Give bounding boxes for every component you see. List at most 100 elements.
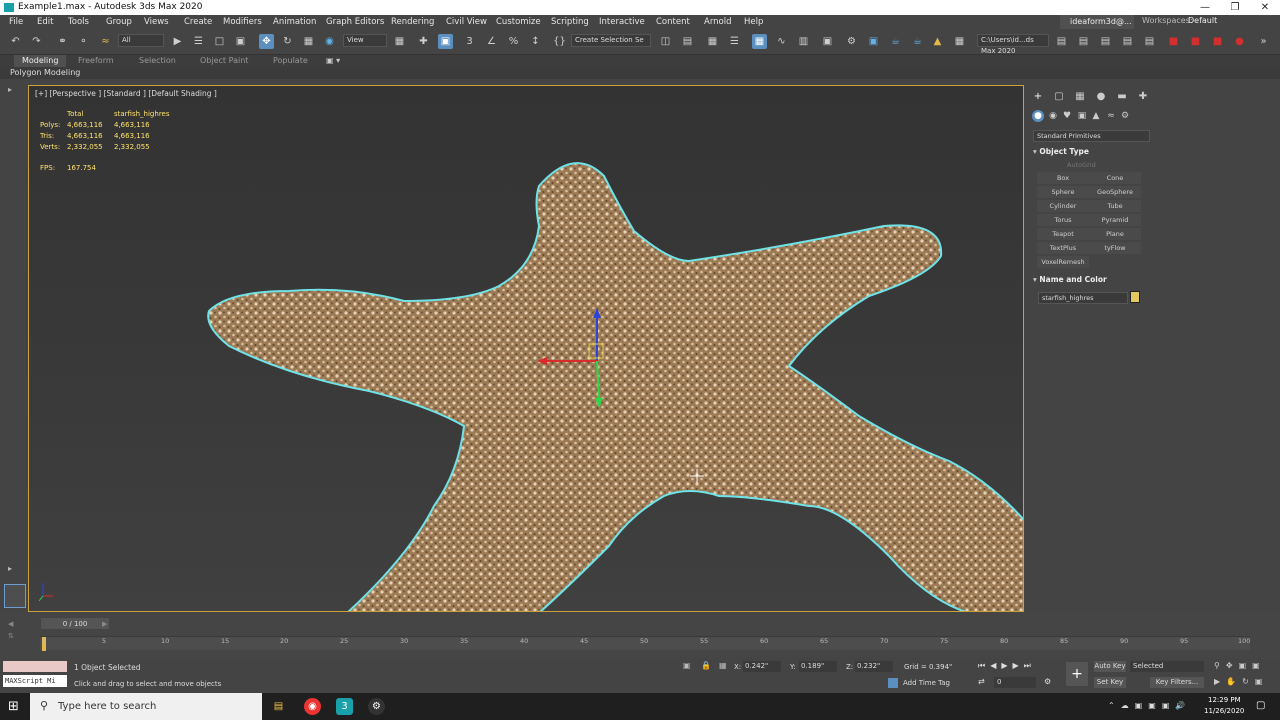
render-iterative-icon[interactable]: ☕	[910, 34, 925, 49]
ribbon-options-icon[interactable]: ▣ ▾	[326, 55, 340, 67]
selection-lock-icon[interactable]: 🔒	[701, 661, 711, 670]
manipulate-icon[interactable]: ✚	[416, 34, 431, 49]
shapes-icon[interactable]: ◉	[1047, 110, 1059, 122]
menu-tools[interactable]: Tools	[68, 16, 89, 29]
named-selection-set-dropdown[interactable]: Create Selection Se	[571, 34, 651, 47]
select-object-icon[interactable]: ▶	[170, 34, 185, 49]
file-explorer-icon[interactable]: ▤	[270, 698, 287, 715]
isolate-selection-icon[interactable]: ▣	[683, 661, 691, 670]
rendered-frame-window-icon[interactable]: ▣	[866, 34, 881, 49]
reference-coordinate-dropdown[interactable]: View	[343, 34, 387, 47]
menu-help[interactable]: Help	[744, 16, 763, 29]
plane-button[interactable]: Plane	[1089, 228, 1141, 240]
set-key-button[interactable]: Set Key	[1094, 677, 1126, 688]
timeline-next-icon[interactable]: ▶	[102, 620, 107, 628]
perspective-viewport[interactable]: [+] [Perspective ] [Standard ] [Default …	[28, 85, 1024, 612]
workspace-icon[interactable]: ▤	[1142, 34, 1157, 49]
set-key-big-icon[interactable]: +	[1066, 662, 1088, 686]
motion-tab-icon[interactable]: ●	[1094, 90, 1108, 104]
redo-icon[interactable]: ↷	[29, 34, 44, 49]
track-bar-toggle-icon[interactable]: ⇅	[8, 632, 14, 640]
viewport-layout-thumbnail[interactable]	[4, 584, 26, 608]
plugin-red-4-icon[interactable]: ●	[1232, 34, 1247, 49]
menu-arnold[interactable]: Arnold	[704, 16, 732, 29]
x-coordinate-field[interactable]: 0.242"	[743, 661, 781, 672]
modify-tab-icon[interactable]: ▢	[1052, 90, 1066, 104]
current-frame-field[interactable]: 0	[994, 677, 1036, 688]
toggle-layer-explorer-icon[interactable]: ☰	[727, 34, 742, 49]
hierarchy-tab-icon[interactable]: ▦	[1073, 90, 1087, 104]
pivot-center-icon[interactable]: ▦	[392, 34, 407, 49]
systems-icon[interactable]: ⚙	[1119, 110, 1131, 122]
time-config-icon[interactable]: ⚙	[1044, 677, 1051, 686]
material-editor-icon[interactable]: ▣	[820, 34, 835, 49]
name-and-color-rollout[interactable]: ▾ Name and Color	[1033, 274, 1150, 286]
collapse-layout-icon[interactable]: ▸	[8, 564, 12, 573]
project-folder-icon[interactable]: ▤	[1054, 34, 1069, 49]
tab-modeling[interactable]: Modeling	[14, 55, 67, 67]
project-settings-icon[interactable]: ▤	[1120, 34, 1135, 49]
menu-rendering[interactable]: Rendering	[391, 16, 434, 29]
sphere-button[interactable]: Sphere	[1037, 186, 1089, 198]
teapot-button[interactable]: Teapot	[1037, 228, 1089, 240]
edit-named-selection-icon[interactable]: {}	[552, 34, 567, 49]
align-icon[interactable]: ▤	[680, 34, 695, 49]
menu-scripting[interactable]: Scripting	[551, 16, 589, 29]
auto-key-button[interactable]: Auto Key	[1094, 661, 1126, 672]
tube-button[interactable]: Tube	[1089, 200, 1141, 212]
tab-object-paint[interactable]: Object Paint	[200, 55, 248, 67]
textplus-button[interactable]: TextPlus	[1037, 242, 1089, 254]
space-warps-icon[interactable]: ≈	[1105, 110, 1117, 122]
viewport-navigation-controls[interactable]: ⚲✥▣▣	[1214, 661, 1266, 670]
expand-layout-icon[interactable]: ▸	[8, 85, 12, 94]
pyramid-button[interactable]: Pyramid	[1089, 214, 1141, 226]
keyboard-shortcut-override-icon[interactable]: ▣	[438, 34, 453, 49]
menu-modifiers[interactable]: Modifiers	[223, 16, 262, 29]
restore-button[interactable]: ❐	[1220, 0, 1250, 15]
display-tab-icon[interactable]: ▬	[1115, 90, 1129, 104]
polygon-modeling-panel[interactable]: Polygon Modeling	[10, 67, 80, 79]
clock-date[interactable]: 11/26/2020	[1204, 707, 1244, 715]
arnold-render-icon[interactable]: ▲	[930, 34, 945, 49]
minimize-button[interactable]: —	[1190, 0, 1220, 15]
angle-snap-icon[interactable]: ∠	[484, 34, 499, 49]
select-and-scale-icon[interactable]: ▦	[301, 34, 316, 49]
object-name-field[interactable]: starfish_highres	[1038, 292, 1128, 304]
plugin-red-1-icon[interactable]: ■	[1166, 34, 1181, 49]
z-coordinate-field[interactable]: 0.232"	[855, 661, 893, 672]
system-tray-icons[interactable]: ⌃☁▣▣▣🔊	[1108, 701, 1191, 710]
create-tab-icon[interactable]: +	[1031, 90, 1045, 104]
key-mode-toggle-icon[interactable]: ⇄	[978, 677, 985, 686]
render-setup-icon[interactable]: ⚙	[844, 34, 859, 49]
viewport-navigation-controls-2[interactable]: ▶✋↻▣	[1214, 677, 1268, 686]
geometry-icon[interactable]: ●	[1032, 110, 1044, 122]
menu-civil-view[interactable]: Civil View	[446, 16, 487, 29]
select-by-name-icon[interactable]: ☰	[191, 34, 206, 49]
time-tag-icon[interactable]	[888, 678, 898, 688]
toolbar-overflow-icon[interactable]: »	[1256, 34, 1271, 49]
snaps-toggle-icon[interactable]: 3	[462, 34, 477, 49]
selection-filter-dropdown[interactable]: All	[118, 34, 164, 47]
absolute-mode-icon[interactable]: ▦	[719, 661, 727, 670]
utilities-tab-icon[interactable]: ✚	[1136, 90, 1150, 104]
notifications-icon[interactable]: ▢	[1256, 700, 1265, 711]
account-menu[interactable]: ideaform3d@...	[1060, 15, 1134, 29]
menu-edit[interactable]: Edit	[37, 16, 53, 29]
menu-group[interactable]: Group	[106, 16, 132, 29]
plugin-red-2-icon[interactable]: ■	[1188, 34, 1203, 49]
project-path-field[interactable]: C:\Users\id...ds Max 2020	[977, 34, 1049, 55]
cylinder-button[interactable]: Cylinder	[1037, 200, 1089, 212]
percent-snap-icon[interactable]: %	[506, 34, 521, 49]
key-filters-button[interactable]: Key Filters...	[1150, 677, 1204, 688]
timeline-prev-icon[interactable]: ◀	[8, 620, 13, 628]
unlink-icon[interactable]: ⚬	[76, 34, 91, 49]
track-bar[interactable]: 0 5 10 15 20 25 30 35 40 45 50 55 60 65 …	[40, 636, 1250, 651]
menu-graph-editors[interactable]: Graph Editors	[326, 16, 384, 29]
unity-taskbar-icon[interactable]: ⚙	[368, 698, 385, 715]
toggle-ribbon-icon[interactable]: ▦	[752, 34, 767, 49]
maxscript-mini-listener[interactable]: MAXScript Mi	[3, 675, 67, 687]
starfish-mesh[interactable]	[207, 162, 1024, 612]
voxelremesh-button[interactable]: VoxelRemesh	[1037, 256, 1089, 268]
primitive-category-dropdown[interactable]: Standard Primitives	[1033, 130, 1150, 142]
open-project-icon[interactable]: ▤	[1076, 34, 1091, 49]
